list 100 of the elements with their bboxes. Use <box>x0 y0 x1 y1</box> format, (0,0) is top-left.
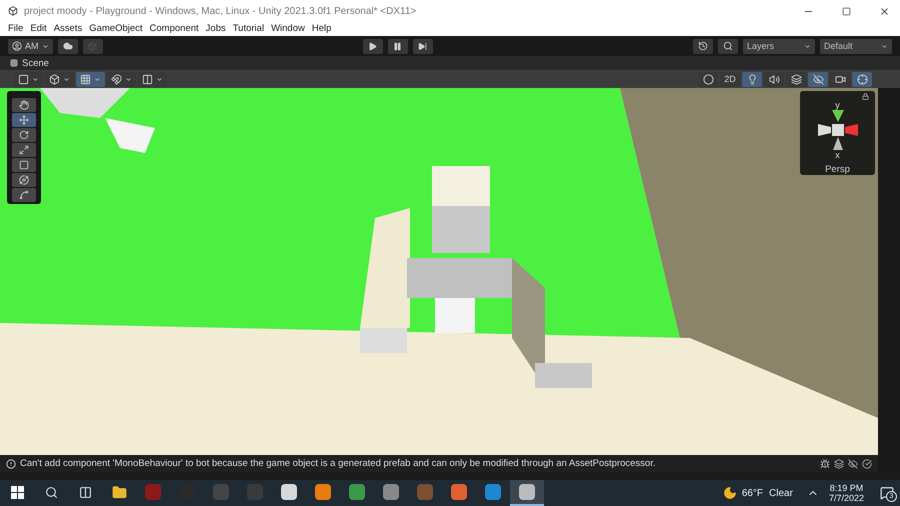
app-icon <box>315 484 331 500</box>
folder-icon <box>112 484 126 500</box>
eye-off-icon <box>848 458 858 468</box>
app-icon <box>485 484 501 500</box>
history-button[interactable] <box>693 38 713 54</box>
user-icon <box>12 41 22 51</box>
app-icon <box>213 484 229 500</box>
eye-off-icon <box>812 74 824 84</box>
scene-tab[interactable]: Scene <box>10 58 49 68</box>
curve-icon <box>19 190 29 200</box>
rect-icon <box>19 160 29 170</box>
app-button[interactable] <box>510 480 544 506</box>
y-axis-label: y <box>835 100 840 110</box>
caret-icon <box>42 42 48 50</box>
rotate-tool[interactable] <box>12 128 36 142</box>
caret-icon <box>156 76 163 82</box>
menu-item[interactable]: Window <box>271 23 305 34</box>
menu-item[interactable]: GameObject <box>89 23 143 34</box>
caret-icon <box>63 76 70 82</box>
menu-item[interactable]: Assets <box>54 23 82 34</box>
weather-condition: Clear <box>769 488 793 498</box>
cube-icon <box>49 74 60 84</box>
layers-dropdown[interactable]: Layers <box>743 38 815 54</box>
sphere-button[interactable] <box>698 72 718 86</box>
lock-icon <box>862 93 869 100</box>
eye-off-button[interactable] <box>808 72 828 86</box>
caret-icon <box>125 76 132 82</box>
cloud-button[interactable] <box>58 38 78 54</box>
layers-icon <box>790 74 802 84</box>
history-icon <box>698 41 708 51</box>
lightbulb-button[interactable] <box>742 72 762 86</box>
search-button[interactable] <box>718 38 738 54</box>
magnet-icon <box>111 74 122 84</box>
rotate-icon <box>19 130 29 140</box>
menu-item[interactable]: Help <box>312 23 332 34</box>
sphere-icon <box>702 74 714 84</box>
window-title: project moody - Playground - Windows, Mac, Linux - Unity 2021.3.0f1 Personal* <DX11> <box>24 6 418 16</box>
menu-item[interactable]: Tutorial <box>232 23 264 34</box>
windows-logo-icon <box>10 486 24 498</box>
hand-icon <box>19 100 29 110</box>
square-icon <box>18 74 29 84</box>
projection-label[interactable]: Persp <box>825 164 850 175</box>
app-icon <box>383 484 399 500</box>
transform-icon <box>19 175 29 185</box>
maximize-icon <box>842 6 850 16</box>
transform-tool[interactable] <box>12 173 36 187</box>
square-button[interactable] <box>14 72 43 86</box>
grid-icon <box>10 59 18 67</box>
cube-button[interactable] <box>45 72 74 86</box>
camera-icon <box>834 74 846 84</box>
cube-icon <box>88 42 97 50</box>
grid-icon <box>80 74 91 84</box>
info-icon <box>6 458 16 468</box>
app-icon <box>451 484 467 500</box>
lightbulb-icon <box>746 74 758 84</box>
orientation-gizmo[interactable]: y x Persp <box>800 91 875 175</box>
speaker-button[interactable] <box>764 72 784 86</box>
caret-icon <box>94 76 101 82</box>
scale-tool[interactable] <box>12 143 36 157</box>
rect-tool[interactable] <box>12 158 36 172</box>
menu-item[interactable]: Jobs <box>206 23 226 34</box>
bug-icon <box>820 458 830 468</box>
pause-button[interactable] <box>388 38 408 54</box>
columns-button[interactable] <box>138 72 167 86</box>
hand-tool[interactable] <box>12 98 36 112</box>
stack-icon <box>834 458 844 468</box>
move-tool[interactable] <box>12 113 36 127</box>
cube-logo-icon <box>8 6 18 16</box>
account-dropdown[interactable]: AM <box>8 38 52 54</box>
play-button[interactable] <box>362 38 383 54</box>
scale-icon <box>19 145 29 155</box>
crosshair-icon <box>856 74 868 84</box>
search-icon <box>44 486 58 498</box>
speaker-icon <box>768 74 780 84</box>
temperature: 66°F <box>742 488 764 498</box>
columns-icon <box>142 74 153 84</box>
play-icon <box>368 42 378 50</box>
grid-button[interactable] <box>76 72 105 86</box>
clock-date[interactable]: 7/7/2022 <box>828 493 864 503</box>
clock-time[interactable]: 8:19 PM <box>830 483 864 493</box>
app-icon <box>145 484 161 500</box>
layout-dropdown[interactable]: Default <box>820 38 892 54</box>
menu-item[interactable]: Component <box>150 23 199 34</box>
menu-item[interactable]: Edit <box>30 23 47 34</box>
step-button[interactable] <box>412 38 433 54</box>
search-icon <box>723 41 733 51</box>
layers-button[interactable] <box>786 72 806 86</box>
caret-icon <box>804 42 811 50</box>
moon-icon <box>722 486 737 500</box>
app-icon <box>281 484 297 500</box>
curve-tool[interactable] <box>12 188 36 202</box>
magnet-button[interactable] <box>107 72 136 86</box>
move-icon <box>19 115 29 125</box>
2d-toggle[interactable]: 2D <box>720 72 740 86</box>
app-icon <box>417 484 433 500</box>
menu-item[interactable]: File <box>8 23 24 34</box>
caret-icon <box>881 42 888 50</box>
camera-button[interactable] <box>830 72 850 86</box>
task-view-icon <box>78 486 92 498</box>
crosshair-button[interactable] <box>852 72 872 86</box>
